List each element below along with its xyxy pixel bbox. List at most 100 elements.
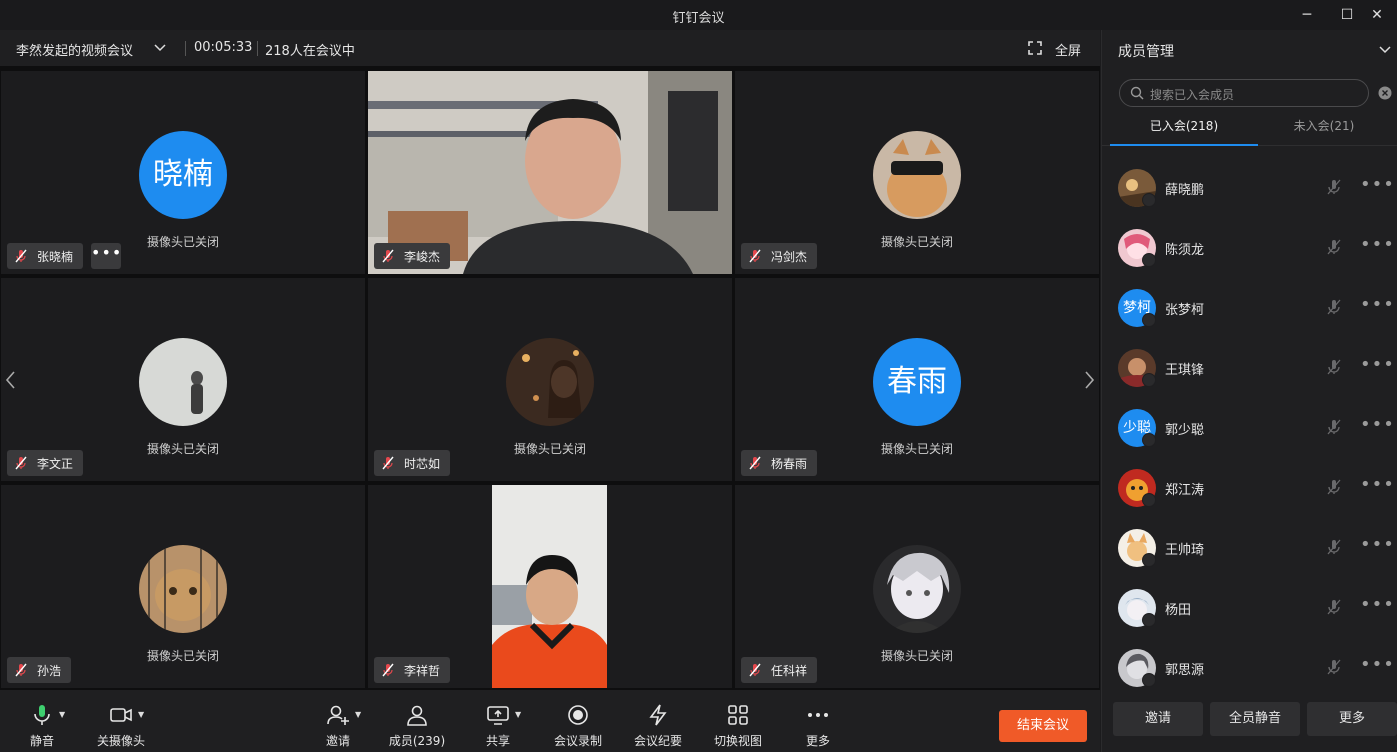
more-button[interactable]: 更多 <box>778 698 858 748</box>
meeting-title[interactable]: 李然发起的视频会议 <box>16 40 133 59</box>
mic-muted-icon <box>749 249 761 263</box>
caret-down-icon[interactable]: ▼ <box>515 710 521 719</box>
record-button[interactable]: 会议录制 <box>538 698 618 748</box>
mic-muted-icon <box>382 249 394 263</box>
member-row[interactable]: 少聪 郭少聪 ••• <box>1102 396 1397 456</box>
mute-button[interactable]: 静音 ▼ <box>2 698 82 748</box>
participant-count: 218人在会议中 <box>265 44 355 59</box>
member-row[interactable]: 王帅琦 ••• <box>1102 516 1397 576</box>
prev-page-icon[interactable] <box>2 368 20 392</box>
mic-off-icon[interactable] <box>1325 238 1343 256</box>
mic-off-icon[interactable] <box>1325 178 1343 196</box>
meeting-timer: 00:05:33 <box>194 40 253 55</box>
mute-all-button[interactable]: 全员静音 <box>1210 702 1300 736</box>
member-row[interactable]: 郑江涛 ••• <box>1102 456 1397 516</box>
mute-label: 静音 <box>29 734 54 748</box>
member-name: 郭思源 <box>1165 663 1205 678</box>
video-tile[interactable]: 摄像头已关闭 李文正 <box>1 278 365 481</box>
member-row[interactable]: 杨田 ••• <box>1102 576 1397 636</box>
title-bar: 钉钉会议 ─ ☐ ✕ <box>0 0 1397 30</box>
more-options-icon[interactable]: ••• <box>1360 474 1395 495</box>
member-row[interactable]: 薛晓鹏 ••• <box>1102 156 1397 216</box>
share-button[interactable]: 共享 ▼ <box>458 698 538 748</box>
caret-down-icon[interactable]: ▼ <box>355 710 361 719</box>
name-tag: 李峻杰 <box>374 243 451 269</box>
video-tile[interactable]: 晓楠 摄像头已关闭 张晓楠 ••• <box>1 71 365 274</box>
close-button[interactable]: ✕ <box>1366 4 1388 26</box>
invite-button[interactable]: 邀请 ▼ <box>298 698 378 748</box>
avatar <box>139 545 227 633</box>
avatar: 春雨 <box>873 338 961 426</box>
video-tile[interactable]: 春雨 摄像头已关闭 杨春雨 <box>735 278 1099 481</box>
mic-off-icon[interactable] <box>1325 358 1343 376</box>
avatar: 晓楠 <box>139 131 227 219</box>
more-options-icon[interactable]: ••• <box>1360 354 1395 375</box>
mic-off-icon[interactable] <box>1325 418 1343 436</box>
caret-down-icon[interactable]: ▼ <box>59 710 65 719</box>
end-meeting-button[interactable]: 结束会议 <box>999 710 1087 742</box>
member-name: 王琪锋 <box>1165 363 1205 378</box>
users-icon <box>407 705 427 726</box>
panel-more-button[interactable]: 更多 <box>1307 702 1397 736</box>
member-row[interactable]: 王琪锋 ••• <box>1102 336 1397 396</box>
member-row[interactable]: 陈须龙 ••• <box>1102 216 1397 276</box>
member-name: 杨田 <box>1165 603 1192 618</box>
add-user-icon <box>327 705 349 725</box>
mic-muted-icon <box>749 663 761 677</box>
search-icon <box>1130 86 1144 100</box>
tab-not-joined[interactable]: 未入会(21) <box>1250 116 1397 146</box>
more-options-icon[interactable]: ••• <box>1360 294 1395 315</box>
mic-off-icon[interactable] <box>1325 598 1343 616</box>
more-options-button[interactable]: ••• <box>91 243 121 269</box>
member-row[interactable]: 梦柯 张梦柯 ••• <box>1102 276 1397 336</box>
more-options-icon[interactable]: ••• <box>1360 594 1395 615</box>
record-label: 会议录制 <box>553 734 602 748</box>
mic-muted-icon <box>382 456 394 470</box>
fullscreen-button[interactable]: 全屏 <box>1055 40 1081 59</box>
mic-off-icon[interactable] <box>1325 658 1343 676</box>
video-tile[interactable]: 摄像头已关闭 孙浩 <box>1 485 365 688</box>
minutes-label: 会议纪要 <box>633 734 682 748</box>
caret-down-icon[interactable]: ▼ <box>138 710 144 719</box>
more-options-icon[interactable]: ••• <box>1360 174 1395 195</box>
panel-actions: 邀请 全员静音 更多 <box>1102 702 1397 738</box>
mic-badge-icon <box>1142 433 1156 447</box>
meeting-header: 李然发起的视频会议 00:05:33 218人在会议中 全屏 <box>0 30 1100 66</box>
invite-label: 邀请 <box>325 734 350 748</box>
switch-view-button[interactable]: 切换视图 <box>698 698 778 748</box>
more-options-icon[interactable]: ••• <box>1360 654 1395 675</box>
video-tile[interactable]: 摄像头已关闭 任科祥 <box>735 485 1099 688</box>
fullscreen-icon[interactable] <box>1028 41 1042 55</box>
panel-invite-button[interactable]: 邀请 <box>1113 702 1203 736</box>
participant-name: 李文正 <box>37 456 74 471</box>
video-tile[interactable]: 李祥哲 <box>368 485 732 688</box>
clear-icon[interactable] <box>1378 86 1392 100</box>
member-search[interactable]: 搜索已入会成员 <box>1119 79 1392 107</box>
tab-joined[interactable]: 已入会(218) <box>1110 116 1258 146</box>
video-tile[interactable]: 摄像头已关闭 时芯如 <box>368 278 732 481</box>
avatar <box>873 545 961 633</box>
mic-badge-icon <box>1142 493 1156 507</box>
app-title: 钉钉会议 <box>672 11 725 26</box>
member-row[interactable]: 郭思源 ••• <box>1102 636 1397 696</box>
next-page-icon[interactable] <box>1080 368 1098 392</box>
member-panel: 成员管理 搜索已入会成员 已入会(218) 未入会(21) 薛晓鹏 ••• 陈须… <box>1101 30 1397 752</box>
more-options-icon[interactable]: ••• <box>1360 414 1395 435</box>
mic-off-icon[interactable] <box>1325 538 1343 556</box>
more-options-icon[interactable]: ••• <box>1360 534 1395 555</box>
video-tile[interactable]: 李峻杰 <box>368 71 732 274</box>
mic-off-icon[interactable] <box>1325 478 1343 496</box>
members-button[interactable]: 成员(239) <box>377 698 457 748</box>
name-tag: 冯剑杰 <box>741 243 818 269</box>
minutes-button[interactable]: 会议纪要 <box>618 698 698 748</box>
chevron-down-icon[interactable] <box>1378 43 1392 57</box>
more-options-icon[interactable]: ••• <box>1360 234 1395 255</box>
mic-badge-icon <box>1142 253 1156 267</box>
camera-toggle-button[interactable]: 关摄像头 ▼ <box>81 698 161 748</box>
video-tile[interactable]: 摄像头已关闭 冯剑杰 <box>735 71 1099 274</box>
mic-off-icon[interactable] <box>1325 298 1343 316</box>
avatar <box>506 338 594 426</box>
chevron-down-icon[interactable] <box>152 40 168 56</box>
maximize-button[interactable]: ☐ <box>1336 4 1358 26</box>
minimize-button[interactable]: ─ <box>1296 4 1318 26</box>
